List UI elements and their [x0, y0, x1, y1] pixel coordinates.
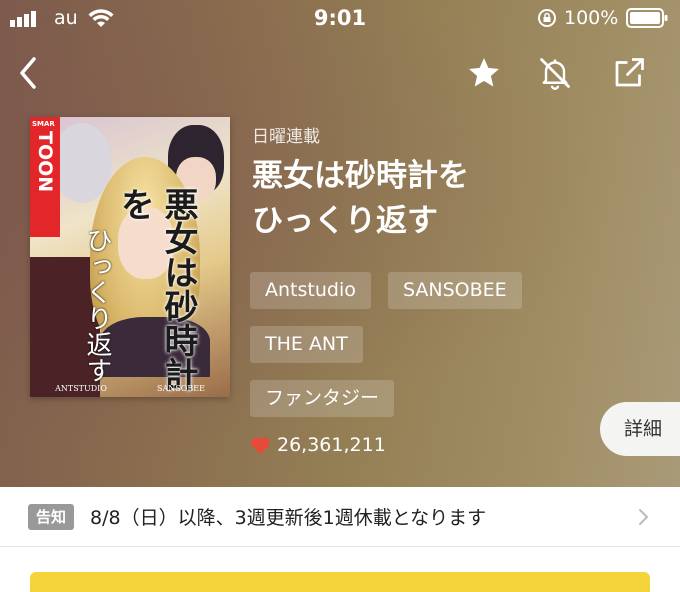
- read-button-bar[interactable]: [30, 572, 650, 592]
- smartoon-logo-top: SMAR: [32, 120, 55, 128]
- notice-badge: 告知: [28, 504, 74, 530]
- tag-publisher-the-ant[interactable]: THE ANT: [250, 326, 363, 363]
- notification-toggle-button[interactable]: [533, 48, 577, 98]
- heart-icon: [251, 436, 270, 454]
- tag-genre-fantasy[interactable]: ファンタジー: [250, 380, 395, 417]
- star-icon: [469, 58, 499, 87]
- share-icon: [615, 58, 644, 87]
- cover-title-sub: ひっくり返す: [82, 227, 112, 383]
- back-button[interactable]: [6, 48, 50, 98]
- comic-title-line-1: 悪女は砂時計を: [252, 158, 469, 194]
- tag-author-sansobee[interactable]: SANSOBEE: [388, 272, 522, 309]
- rotation-lock-icon: [538, 9, 556, 27]
- like-count: 26,361,211: [250, 434, 386, 456]
- smartoon-logo-main: TOON: [34, 131, 56, 193]
- cover-title-main: 悪女は砂時計を: [114, 187, 198, 391]
- battery-icon: [626, 8, 668, 28]
- like-count-value: 26,361,211: [277, 434, 386, 456]
- top-navigation: [0, 48, 680, 104]
- comic-cover-image[interactable]: SMAR TOON 悪女は砂時計を ひっくり返す ANTSTUDIO SANSO…: [30, 117, 230, 397]
- chevron-right-icon: [639, 509, 648, 525]
- share-button[interactable]: [607, 48, 651, 98]
- cover-credit-left: ANTSTUDIO: [55, 384, 107, 393]
- comic-header: au 9:01 100% SMAR TOON 悪女は砂時計を ひっくり返す AN…: [0, 0, 680, 487]
- comic-title: 悪女は砂時計を ひっくり返す: [252, 154, 582, 244]
- chevron-left-icon: [20, 57, 36, 89]
- cover-credits: ANTSTUDIO SANSOBEE: [30, 384, 230, 393]
- comic-title-line-2: ひっくり返す: [252, 203, 438, 239]
- detail-button[interactable]: 詳細: [600, 402, 680, 456]
- battery-percentage: 100%: [564, 7, 619, 29]
- serialization-day: 日曜連載: [252, 127, 320, 147]
- cover-credit-right: SANSOBEE: [157, 384, 205, 393]
- tag-author-antstudio[interactable]: Antstudio: [250, 272, 371, 309]
- notice-text: 8/8（日）以降、3週更新後1週休載となります: [90, 507, 487, 529]
- status-bar: au 9:01 100%: [0, 0, 680, 40]
- smartoon-logo: SMAR TOON: [30, 117, 60, 237]
- notice-banner[interactable]: 告知 8/8（日）以降、3週更新後1週休載となります: [0, 487, 680, 547]
- bell-off-icon: [540, 58, 570, 90]
- favorite-button[interactable]: [462, 48, 506, 98]
